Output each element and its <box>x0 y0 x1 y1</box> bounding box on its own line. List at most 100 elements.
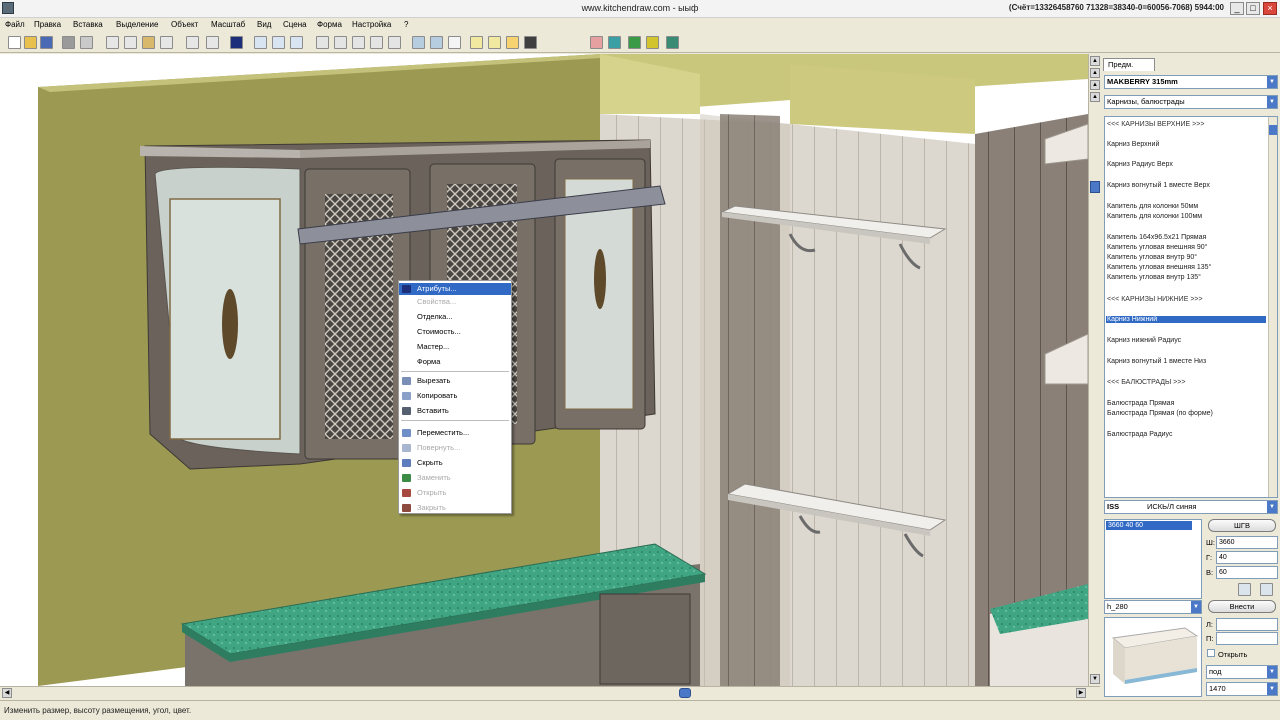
zoom-all-icon[interactable] <box>370 36 383 49</box>
maximize-button[interactable]: □ <box>1246 2 1260 15</box>
measure-icon[interactable] <box>186 36 199 49</box>
plan-view-icon[interactable] <box>412 36 425 49</box>
copy-icon[interactable] <box>124 36 137 49</box>
mirror-icon[interactable] <box>1238 583 1251 596</box>
list-item[interactable]: Карниз Радиус Верх <box>1107 161 1173 168</box>
open-folder-icon[interactable] <box>24 36 37 49</box>
wireframe-view-icon[interactable] <box>448 36 461 49</box>
list-item-selected[interactable]: Карниз Нижний <box>1106 316 1266 323</box>
scroll-up-icon[interactable]: ▲ <box>1090 80 1100 90</box>
copy-object-icon[interactable] <box>1260 583 1273 596</box>
list-item[interactable]: Капитель угловая внешняя 135° <box>1107 264 1211 271</box>
list-item[interactable]: Капитель угловая внешняя 90° <box>1107 244 1207 251</box>
catalog-scrollbar[interactable] <box>1268 117 1277 497</box>
catalog-scroll-thumb[interactable] <box>1269 125 1277 135</box>
save-icon[interactable] <box>40 36 53 49</box>
width-input[interactable]: 3660 <box>1216 536 1278 549</box>
paste-icon[interactable] <box>142 36 155 49</box>
viewport-vertical-scrollbar[interactable]: ▲ ▲ ▲ ▲ ▼ <box>1088 54 1100 686</box>
quote-icon[interactable] <box>646 36 659 49</box>
family-select[interactable]: Карнизы, балюстрады ▼ <box>1104 95 1278 109</box>
zoom-previous-icon[interactable] <box>388 36 401 49</box>
cut-icon[interactable] <box>106 36 119 49</box>
viewport-horizontal-scrollbar[interactable]: ◀ ▶ <box>0 686 1100 698</box>
horizontal-scroll-thumb[interactable] <box>679 688 691 698</box>
scroll-right-icon[interactable]: ▶ <box>1076 688 1086 698</box>
render-view-icon[interactable] <box>488 36 501 49</box>
catalog-item-list[interactable]: <<< КАРНИЗЫ ВЕРХНИЕ >>> Карниз Верхний К… <box>1104 116 1278 498</box>
photo-view-icon[interactable] <box>506 36 519 49</box>
minimize-button[interactable]: _ <box>1230 2 1244 15</box>
height-input[interactable]: 60 <box>1216 566 1278 579</box>
menu-object[interactable]: Объект <box>171 20 198 29</box>
context-item-wizard[interactable]: Мастер... <box>399 341 511 353</box>
excel-icon[interactable] <box>628 36 641 49</box>
move-icon[interactable] <box>254 36 267 49</box>
context-item-close[interactable]: Закрыть <box>399 502 511 514</box>
rotate-icon[interactable] <box>272 36 285 49</box>
menu-form[interactable]: Форма <box>317 20 342 29</box>
context-item-open[interactable]: Открыть <box>399 487 511 499</box>
order-icon[interactable] <box>666 36 679 49</box>
list-item[interactable]: Карниз вогнутый 1 вместе Низ <box>1107 358 1206 365</box>
close-button[interactable]: × <box>1263 2 1277 15</box>
zoom-out-icon[interactable] <box>334 36 347 49</box>
zoom-in-icon[interactable] <box>316 36 329 49</box>
menu-scale[interactable]: Масштаб <box>211 20 245 29</box>
print-icon[interactable] <box>62 36 75 49</box>
context-item-move[interactable]: Переместить... <box>399 427 511 439</box>
scroll-up-icon[interactable]: ▲ <box>1090 68 1100 78</box>
menu-settings[interactable]: Настройка <box>352 20 391 29</box>
vertical-scroll-thumb[interactable] <box>1090 181 1100 193</box>
sizes-list[interactable]: 3660 40 60 <box>1104 519 1202 599</box>
export-icon[interactable] <box>590 36 603 49</box>
info-icon[interactable] <box>230 36 243 49</box>
menu-view[interactable]: Вид <box>257 20 271 29</box>
menu-scene[interactable]: Сцена <box>283 20 307 29</box>
insert-button[interactable]: Внести <box>1208 600 1276 613</box>
left-input[interactable] <box>1216 618 1278 631</box>
list-item[interactable]: Карниз Верхний <box>1107 141 1159 148</box>
list-item[interactable]: Капитель угловая внутр 135° <box>1107 274 1201 281</box>
list-item[interactable]: Балюстрада Прямая <box>1107 400 1174 407</box>
context-item-form[interactable]: Форма <box>399 356 511 368</box>
scroll-left-icon[interactable]: ◀ <box>2 688 12 698</box>
right-input[interactable] <box>1216 632 1278 645</box>
list-item[interactable]: Карниз нижний Радиус <box>1107 337 1181 344</box>
list-item[interactable]: Капитель для колонки 50мм <box>1107 203 1198 210</box>
list-item[interactable]: Капитель для колонки 100мм <box>1107 213 1202 220</box>
open-checkbox[interactable] <box>1207 649 1215 657</box>
zoom-window-icon[interactable] <box>352 36 365 49</box>
size-mode-button[interactable]: ШГВ <box>1208 519 1276 532</box>
list-item[interactable]: Карниз вогнутый 1 вместе Верх <box>1107 182 1210 189</box>
context-item-replace[interactable]: Заменить <box>399 472 511 484</box>
context-item-copy[interactable]: Копировать <box>399 390 511 402</box>
catalog-select[interactable]: MAKBERRY 315mm ▼ <box>1104 75 1278 89</box>
scroll-up-icon[interactable]: ▲ <box>1090 92 1100 102</box>
variant-select[interactable]: h_280 ▼ <box>1104 600 1202 614</box>
menu-insert[interactable]: Вставка <box>73 20 103 29</box>
dimension-icon[interactable] <box>206 36 219 49</box>
camera-icon[interactable] <box>524 36 537 49</box>
list-item[interactable]: Балюстрада Прямая (по форме) <box>1107 410 1213 417</box>
depth-input[interactable]: 40 <box>1216 551 1278 564</box>
perspective-view-icon[interactable] <box>470 36 483 49</box>
context-item-attributes[interactable]: Атрибуты... <box>399 283 511 295</box>
scroll-up-icon[interactable]: ▲ <box>1090 56 1100 66</box>
context-item-cut[interactable]: Вырезать <box>399 375 511 387</box>
elevation-select[interactable]: 1470 ▼ <box>1206 682 1278 696</box>
3d-viewport[interactable]: Атрибуты... Свойства... Отделка... Стоим… <box>0 54 1088 686</box>
print-preview-icon[interactable] <box>80 36 93 49</box>
menu-selection[interactable]: Выделение <box>116 20 158 29</box>
tab-objects[interactable]: Предм. <box>1103 58 1155 71</box>
context-item-finish[interactable]: Отделка... <box>399 311 511 323</box>
context-item-properties[interactable]: Свойства... <box>399 296 511 308</box>
orbit-icon[interactable] <box>290 36 303 49</box>
list-item[interactable]: Балюстрада Радиус <box>1107 431 1172 438</box>
scroll-down-icon[interactable]: ▼ <box>1090 674 1100 684</box>
menu-edit[interactable]: Правка <box>34 20 61 29</box>
list-item[interactable]: Капитель 164x96.5x21 Прямая <box>1107 234 1206 241</box>
list-item[interactable]: Капитель угловая внутр 90° <box>1107 254 1197 261</box>
menu-file[interactable]: Файл <box>5 20 25 29</box>
elevation-view-icon[interactable] <box>430 36 443 49</box>
